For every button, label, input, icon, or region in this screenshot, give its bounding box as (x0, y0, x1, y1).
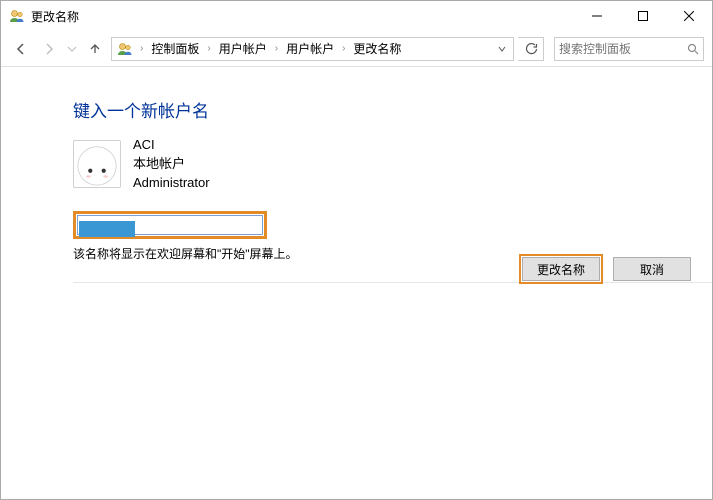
forward-button[interactable] (37, 37, 61, 61)
avatar (73, 140, 121, 188)
account-type: 本地帐户 (133, 155, 210, 174)
account-name: ACI (133, 136, 210, 155)
address-bar[interactable]: › 控制面板 › 用户帐户 › 用户帐户 › 更改名称 (111, 37, 514, 61)
breadcrumb-level2[interactable]: 用户帐户 (282, 38, 338, 60)
page-heading: 键入一个新帐户名 (73, 97, 712, 122)
search-icon[interactable] (687, 43, 699, 55)
breadcrumb-level3[interactable]: 更改名称 (349, 38, 405, 60)
search-box[interactable] (554, 37, 704, 61)
chevron-right-icon[interactable]: › (205, 43, 212, 54)
button-row: 更改名称 取消 (519, 254, 691, 284)
user-accounts-icon (116, 40, 134, 58)
change-name-button[interactable]: 更改名称 (522, 257, 600, 281)
breadcrumb-root[interactable]: 控制面板 (147, 38, 203, 60)
titlebar: 更改名称 (1, 1, 712, 31)
cancel-button[interactable]: 取消 (613, 257, 691, 281)
recent-dropdown[interactable] (65, 37, 79, 61)
up-button[interactable] (83, 37, 107, 61)
toolbar: › 控制面板 › 用户帐户 › 用户帐户 › 更改名称 (1, 31, 712, 67)
search-input[interactable] (559, 42, 699, 56)
content-area: 键入一个新帐户名 ACI 本地帐户 Administrator 该名称将显示在欢… (1, 67, 712, 283)
minimize-button[interactable] (574, 1, 620, 31)
window-title: 更改名称 (31, 8, 79, 25)
chevron-right-icon[interactable]: › (138, 43, 145, 54)
back-button[interactable] (9, 37, 33, 61)
window-controls (574, 1, 712, 31)
redacted-value (79, 221, 135, 237)
chevron-right-icon[interactable]: › (273, 43, 280, 54)
primary-button-highlight: 更改名称 (519, 254, 603, 284)
breadcrumb-level1[interactable]: 用户帐户 (215, 38, 271, 60)
address-dropdown-icon[interactable] (493, 45, 511, 53)
maximize-button[interactable] (620, 1, 666, 31)
close-button[interactable] (666, 1, 712, 31)
refresh-button[interactable] (518, 37, 544, 61)
app-icon (9, 8, 25, 24)
account-info: ACI 本地帐户 Administrator (73, 136, 712, 193)
chevron-right-icon[interactable]: › (340, 43, 347, 54)
account-role: Administrator (133, 174, 210, 193)
